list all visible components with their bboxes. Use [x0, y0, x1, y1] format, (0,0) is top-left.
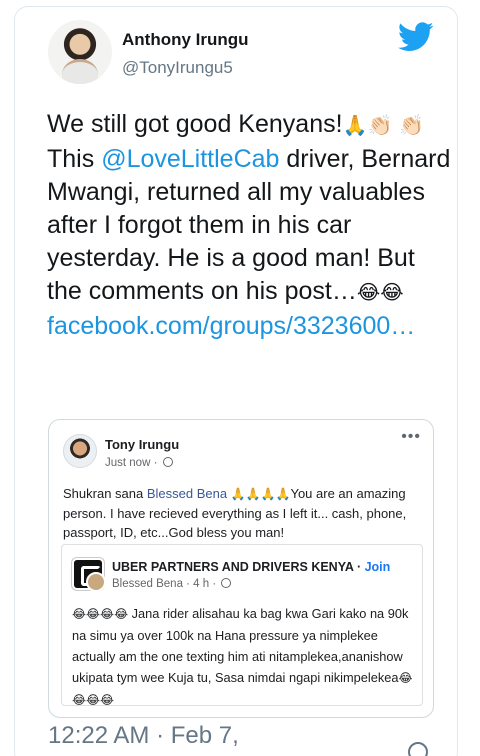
fb-text-part: Shukran sana [63, 486, 147, 501]
tweet-timestamp[interactable]: 12:22 AM · Feb 7, [48, 722, 239, 750]
clap-emoji: 👏🏻 [399, 115, 425, 137]
fb-post-meta: Just now · [105, 457, 173, 469]
shared-group-post[interactable]: UBER PARTNERS AND DRIVERS KENYA · Join B… [61, 544, 423, 707]
mention-link[interactable]: @LoveLittleCab [101, 145, 279, 173]
pray-clap-emoji: 🙏👏🏻 [342, 115, 393, 137]
tweet-text-part: We still got good Kenyans! [47, 110, 343, 138]
globe-icon [162, 457, 173, 467]
laughing-emoji: 😂😂 [356, 282, 404, 304]
more-options-icon[interactable]: ••• [401, 428, 421, 446]
fb-post-text: Shukran sana Blessed Bena 🙏🙏🙏🙏You are an… [63, 484, 425, 542]
tweet-text-part: This [47, 145, 102, 173]
fb-post-time: Just now · [105, 457, 161, 469]
tweet-text: We still got good Kenyans!🙏👏🏻 👏🏻 This @L… [47, 108, 452, 343]
laughing-emojis: 😂😂😂😂 [72, 607, 129, 621]
info-icon[interactable] [408, 742, 428, 756]
author-handle[interactable]: @TonyIrungu5 [122, 58, 233, 78]
fb-author-name[interactable]: Tony Irungu [105, 437, 179, 452]
author-avatar[interactable] [48, 20, 112, 84]
group-avatar[interactable] [72, 558, 106, 592]
group-post-meta: Blessed Bena · 4 h · [112, 578, 232, 590]
fb-author-avatar[interactable] [63, 434, 97, 468]
join-button[interactable]: Join [365, 560, 391, 574]
group-post-text: 😂😂😂😂 Jana rider alisahau ka bag kwa Gari… [72, 603, 418, 711]
group-name-text[interactable]: UBER PARTNERS AND DRIVERS KENYA [112, 560, 353, 574]
pray-emojis: 🙏🙏🙏🙏 [230, 487, 291, 501]
tagged-person-link[interactable]: Blessed Bena [147, 486, 227, 501]
quoted-facebook-post[interactable]: Tony Irungu Just now · ••• Shukran sana … [48, 419, 434, 718]
facebook-link[interactable]: facebook.com/groups/3323600… [47, 312, 415, 340]
author-display-name[interactable]: Anthony Irungu [122, 30, 249, 50]
globe-icon [221, 578, 232, 588]
group-name[interactable]: UBER PARTNERS AND DRIVERS KENYA · Join [112, 560, 390, 574]
group-post-author-time: Blessed Bena · 4 h · [112, 578, 220, 590]
twitter-logo-icon[interactable] [398, 22, 434, 52]
